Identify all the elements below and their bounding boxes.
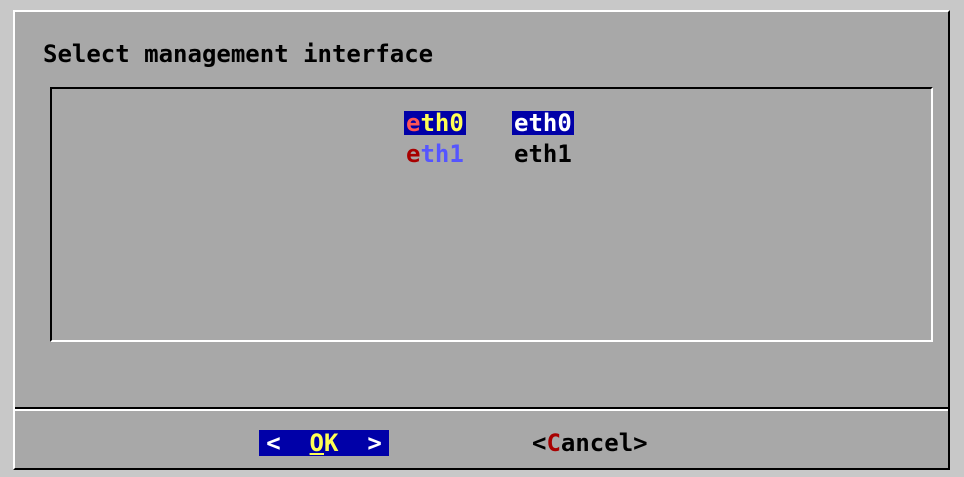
menu-item-hotkey: e (406, 140, 421, 168)
ok-right-bracket: > (367, 429, 382, 457)
ok-button[interactable]: < OK > (259, 430, 389, 456)
cancel-label-rest: ancel (560, 429, 634, 457)
cancel-button[interactable]: <Cancel> (532, 430, 648, 456)
menu-item-description-eth1[interactable]: eth1 (512, 142, 574, 166)
ok-label-rest: K (324, 429, 339, 457)
dialog-window: Select management interface eth0 eth0 et… (13, 10, 950, 470)
menu-item-tag-eth1[interactable]: eth1 (404, 142, 466, 166)
ok-hotkey: O (309, 429, 324, 457)
ok-left-bracket: < (266, 429, 281, 457)
cancel-hotkey: C (546, 429, 561, 457)
menu-item-hotkey: e (406, 109, 421, 137)
menu-item-tag-label: th1 (420, 140, 464, 168)
button-separator (15, 407, 948, 411)
menu-item-tag-eth0[interactable]: eth0 (404, 111, 466, 135)
dialog-title: Select management interface (43, 40, 434, 68)
cancel-right-bracket: > (633, 429, 648, 457)
menu-item-tag-label: th0 (420, 109, 464, 137)
cancel-left-bracket: < (532, 429, 547, 457)
interface-menu[interactable]: eth0 eth0 eth1 eth1 (50, 87, 933, 342)
menu-item-description-eth0[interactable]: eth0 (512, 111, 574, 135)
